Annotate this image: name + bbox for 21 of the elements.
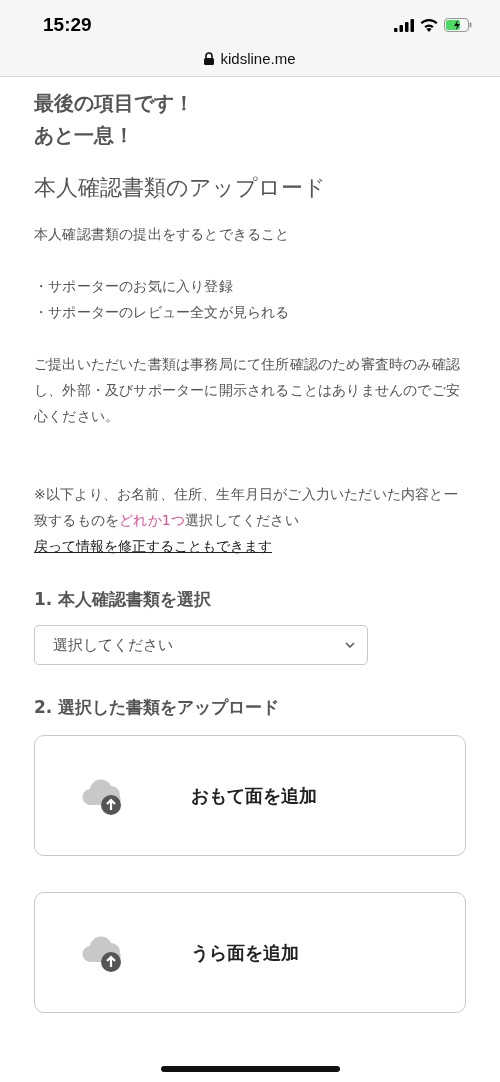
privacy-note: ご提出いただいた書類は事務局にて住所確認のため審査時のみ確認し、外部・及びサポーターに開示されることはありませんのでご安心ください。 <box>34 355 461 426</box>
benefit-item: ・サポーターのレビュー全文が見られる <box>34 303 291 322</box>
headline: 最後の項目です！ <box>34 90 195 117</box>
back-link[interactable]: 戻って情報を修正することもできます <box>34 533 272 559</box>
clock-time: 15:29 <box>43 14 92 36</box>
wifi-icon <box>420 18 438 32</box>
step-label: 1. 本人確認書類を選択 <box>34 588 213 611</box>
battery-icon <box>444 18 472 32</box>
upload-button[interactable]: うら面を追加 <box>34 892 466 1013</box>
step-label: 2. 選択した書類をアップロード <box>34 696 281 719</box>
url-text: kidsline.me <box>220 49 296 67</box>
signal-icon <box>394 18 414 32</box>
benefit-item: ・サポーターのお気に入り登録 <box>34 277 234 296</box>
document-select[interactable]: 選択してください <box>34 625 368 665</box>
chevron-down-icon <box>345 642 355 648</box>
intro-text: 本人確認書類の提出をするとできること <box>34 225 291 244</box>
lock-icon <box>204 51 215 65</box>
upload-button[interactable]: おもて面を追加 <box>34 735 466 856</box>
page-title: 本人確認書類のアップロード <box>34 174 327 202</box>
headline: あと一息！ <box>34 122 135 149</box>
notice-text: ※以下より、お名前、住所、生年月日がご入力いただいた内容と一致するものを どれか1つ選択してください <box>34 485 459 530</box>
